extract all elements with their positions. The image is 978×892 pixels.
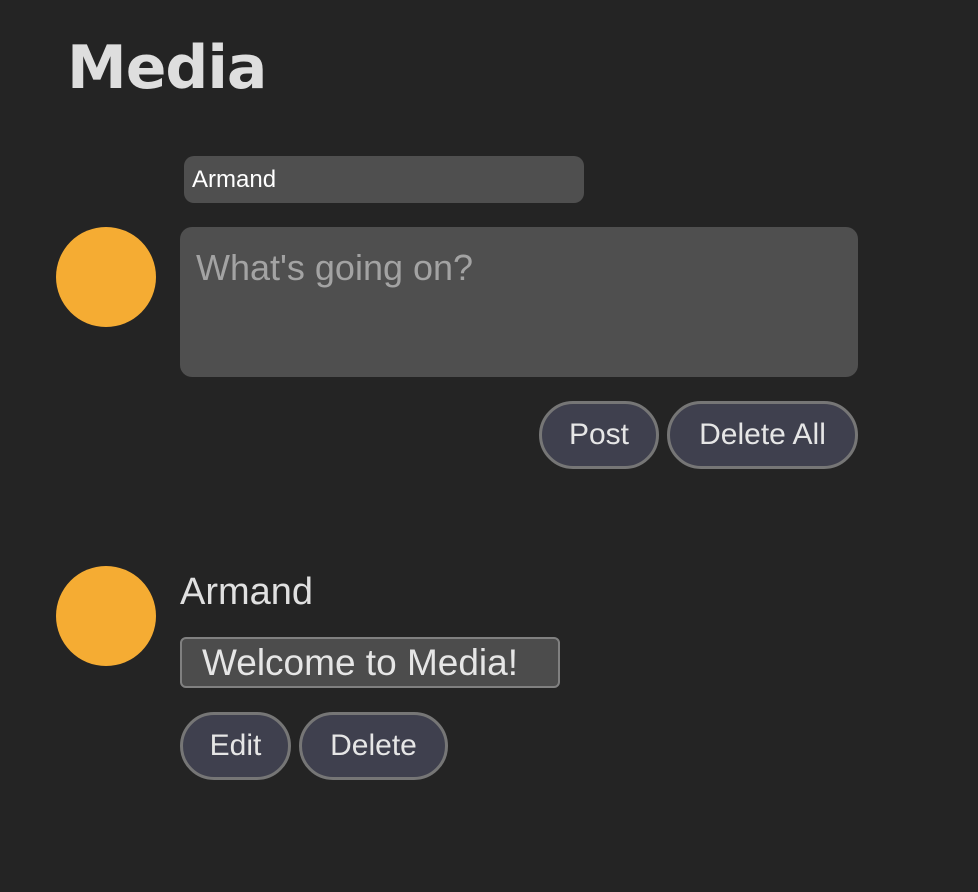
post-author: Armand <box>180 571 314 613</box>
post-button[interactable]: Post <box>539 401 659 469</box>
edit-button[interactable]: Edit <box>180 712 291 780</box>
page-title: Media <box>67 33 267 103</box>
post-content: Welcome to Media! <box>180 637 560 688</box>
name-input[interactable] <box>184 156 584 203</box>
post-avatar <box>56 566 156 666</box>
composer-avatar <box>56 227 156 327</box>
delete-all-button[interactable]: Delete All <box>667 401 858 469</box>
delete-button[interactable]: Delete <box>299 712 448 780</box>
post-textarea[interactable] <box>180 227 858 377</box>
